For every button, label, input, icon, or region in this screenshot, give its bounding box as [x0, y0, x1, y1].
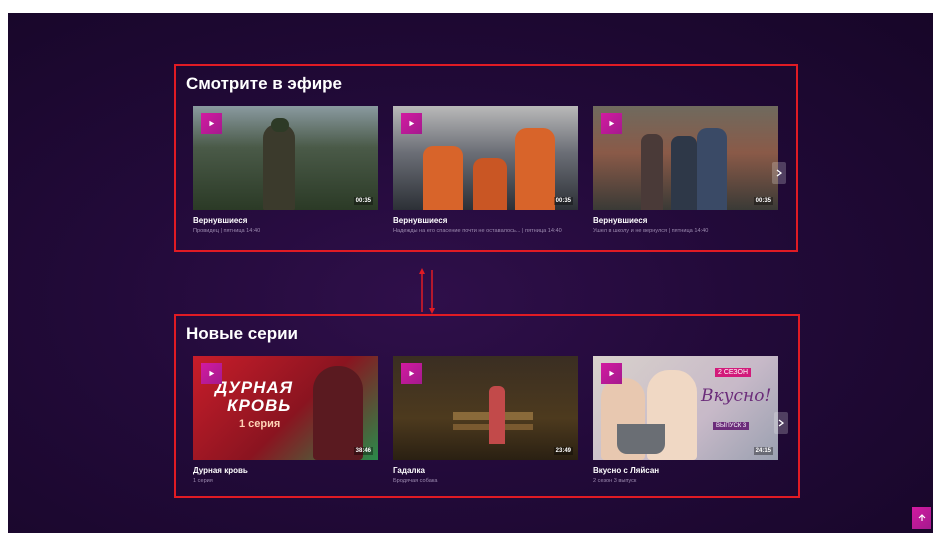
- carousel-next-button[interactable]: [774, 412, 788, 434]
- scroll-to-top-button[interactable]: [912, 507, 931, 529]
- video-subtitle: 2 сезон 3 выпуск: [593, 478, 637, 484]
- section-on-air: Смотрите в эфире 00:35 Вернувшиеся Прови…: [174, 64, 798, 252]
- video-duration: 00:35: [353, 197, 373, 205]
- video-subtitle: Ушел в школу и не вернулся | пятница 14:…: [593, 228, 709, 234]
- video-thumbnail[interactable]: ДУРНАЯ КРОВЬ 1 серия 38:46: [193, 356, 378, 460]
- page-background: Смотрите в эфире 00:35 Вернувшиеся Прови…: [8, 13, 933, 533]
- poster-title-line-2: КРОВЬ: [227, 396, 292, 415]
- video-card[interactable]: 00:35 Вернувшиеся Ушел в школу и не верн…: [593, 106, 778, 235]
- carousel-next-button[interactable]: [772, 162, 786, 184]
- play-icon[interactable]: [201, 113, 222, 134]
- chevron-right-icon: [776, 169, 782, 177]
- video-thumbnail[interactable]: 23:49: [393, 356, 578, 460]
- play-icon[interactable]: [201, 363, 222, 384]
- poster-episode: 1 серия: [239, 418, 281, 430]
- season-badge: 2 СЕЗОН: [715, 368, 752, 377]
- arrow-up-icon: [918, 514, 925, 521]
- swap-arrows-icon: [419, 268, 435, 314]
- play-icon[interactable]: [401, 113, 422, 134]
- video-subtitle: Надежды на его спасение почти не оставал…: [393, 228, 562, 234]
- video-duration: 24:15: [753, 447, 773, 455]
- video-title[interactable]: Дурная кровь: [193, 466, 378, 475]
- chevron-right-icon: [778, 419, 784, 427]
- video-duration: 00:35: [753, 197, 773, 205]
- video-subtitle: Провидец | пятница 14:40: [193, 228, 261, 234]
- video-card[interactable]: 23:49 Гадалка Бродячая собака: [393, 356, 578, 485]
- play-icon[interactable]: [601, 363, 622, 384]
- video-card[interactable]: 2 СЕЗОН Вкусно! ВЫПУСК 3 24:15 Вкусно с …: [593, 356, 778, 485]
- section-new-episodes: Новые серии ДУРНАЯ КРОВЬ 1 серия 38:46 Д…: [174, 314, 800, 498]
- video-duration: 00:35: [553, 197, 573, 205]
- poster-brand: Вкусно!: [701, 386, 772, 406]
- poster-title-line-1: ДУРНАЯ: [215, 378, 294, 397]
- video-card[interactable]: ДУРНАЯ КРОВЬ 1 серия 38:46 Дурная кровь …: [193, 356, 378, 485]
- video-title[interactable]: Вернувшиеся: [593, 216, 778, 225]
- video-title[interactable]: Вернувшиеся: [393, 216, 578, 225]
- video-card[interactable]: 00:35 Вернувшиеся Провидец | пятница 14:…: [193, 106, 378, 235]
- video-title[interactable]: Вернувшиеся: [193, 216, 378, 225]
- video-thumbnail[interactable]: 00:35: [193, 106, 378, 210]
- video-duration: 38:46: [353, 447, 373, 455]
- video-thumbnail[interactable]: 00:35: [593, 106, 778, 210]
- video-subtitle: Бродячая собака: [393, 478, 438, 484]
- video-card[interactable]: 00:35 Вернувшиеся Надежды на его спасени…: [393, 106, 578, 235]
- section-title: Смотрите в эфире: [186, 74, 342, 93]
- poster-issue: ВЫПУСК 3: [713, 422, 750, 430]
- video-thumbnail[interactable]: 00:35: [393, 106, 578, 210]
- video-duration: 23:49: [553, 447, 573, 455]
- play-icon[interactable]: [601, 113, 622, 134]
- video-thumbnail[interactable]: 2 СЕЗОН Вкусно! ВЫПУСК 3 24:15: [593, 356, 778, 460]
- video-subtitle: 1 серия: [193, 478, 213, 484]
- video-title[interactable]: Гадалка: [393, 466, 578, 475]
- section-title: Новые серии: [186, 324, 299, 343]
- play-icon[interactable]: [401, 363, 422, 384]
- video-title[interactable]: Вкусно с Ляйсан: [593, 466, 778, 475]
